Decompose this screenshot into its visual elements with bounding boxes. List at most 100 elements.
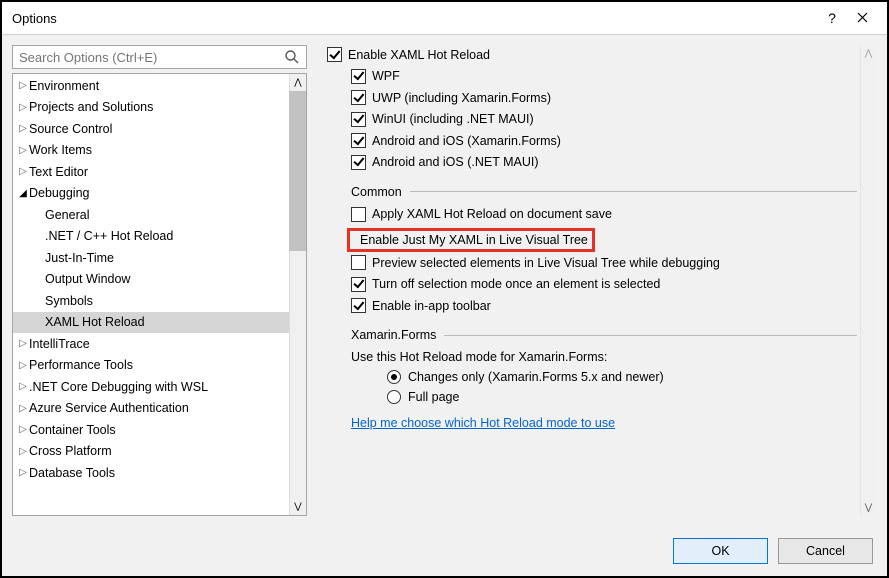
chevron-right-icon: ▷	[17, 381, 29, 392]
chevron-down-icon: ◢	[17, 188, 29, 199]
checkbox-platform[interactable]: UWP (including Xamarin.Forms)	[351, 90, 857, 105]
checkbox-enable-toolbar[interactable]: Enable in-app toolbar	[351, 298, 857, 313]
tree-item[interactable]: ▷Container Tools	[13, 419, 306, 441]
tree-item[interactable]: Symbols	[13, 290, 306, 312]
settings-pane: ⋀ ⋁ Enable XAML Hot Reload WPF UWP (inclu…	[321, 45, 877, 516]
pane-scrollbar[interactable]	[860, 45, 877, 516]
checkbox-label: UWP (including Xamarin.Forms)	[372, 91, 551, 105]
cancel-button[interactable]: Cancel	[778, 538, 873, 564]
tree-item[interactable]: XAML Hot Reload	[13, 312, 306, 334]
tree-item[interactable]: ▷Azure Service Authentication	[13, 398, 306, 420]
chevron-right-icon: ▷	[17, 338, 29, 349]
tree-item[interactable]: Just-In-Time	[13, 247, 306, 269]
tree-item-label: IntelliTrace	[29, 337, 90, 351]
tree-item-label: Cross Platform	[29, 444, 112, 458]
tree-item-label: Source Control	[29, 122, 112, 136]
tree-item[interactable]: ▷Performance Tools	[13, 355, 306, 377]
checkbox-platform[interactable]: WinUI (including .NET MAUI)	[351, 112, 857, 127]
tree-item-label: Projects and Solutions	[29, 100, 153, 114]
tree-item[interactable]: General	[13, 204, 306, 226]
tree-item-label: Performance Tools	[29, 358, 133, 372]
tree-item[interactable]: ▷Source Control	[13, 118, 306, 140]
divider	[410, 191, 857, 192]
checkbox-icon	[351, 133, 366, 148]
checkbox-enable-hot-reload[interactable]: Enable XAML Hot Reload	[327, 47, 857, 62]
checkbox-label: Enable in-app toolbar	[372, 299, 491, 313]
tree-item-label: Output Window	[45, 272, 130, 286]
checkbox-icon	[351, 277, 366, 292]
radio-changes-only[interactable]: Changes only (Xamarin.Forms 5.x and newe…	[387, 370, 857, 384]
checkbox-platform[interactable]: WPF	[351, 69, 857, 84]
checkbox-icon	[327, 47, 342, 62]
titlebar: Options ?	[2, 2, 887, 35]
tree-item[interactable]: ◢Debugging	[13, 183, 306, 205]
category-tree: ▷Environment▷Projects and Solutions▷Sour…	[12, 73, 307, 516]
checkbox-icon	[351, 69, 366, 84]
tree-item-label: Symbols	[45, 294, 93, 308]
checkbox-label: Enable Just My XAML in Live Visual Tree	[360, 233, 588, 247]
tree-item-label: .NET Core Debugging with WSL	[29, 380, 208, 394]
checkbox-label: Preview selected elements in Live Visual…	[372, 256, 720, 270]
xamarin-desc: Use this Hot Reload mode for Xamarin.For…	[351, 350, 857, 364]
tree-item-label: Debugging	[29, 186, 89, 200]
tree-item-label: XAML Hot Reload	[45, 315, 145, 329]
group-xamarin-label: Xamarin.Forms	[351, 328, 436, 342]
checkbox-turn-off-selection[interactable]: Turn off selection mode once an element …	[351, 277, 857, 292]
close-button[interactable]	[847, 10, 877, 26]
help-link[interactable]: Help me choose which Hot Reload mode to …	[351, 416, 615, 430]
tree-item[interactable]: ▷Work Items	[13, 140, 306, 162]
tree-item-label: Azure Service Authentication	[29, 401, 189, 415]
tree-item[interactable]: Output Window	[13, 269, 306, 291]
ok-button[interactable]: OK	[673, 538, 768, 564]
pane-scroll-down[interactable]: ⋁	[860, 499, 877, 516]
checkbox-label: Android and iOS (Xamarin.Forms)	[372, 134, 561, 148]
tree-scroll-up[interactable]: ⋀	[289, 74, 306, 91]
pane-scroll-up[interactable]: ⋀	[860, 45, 877, 62]
checkbox-label: WPF	[372, 69, 400, 83]
radio-icon	[387, 370, 401, 384]
tree-item[interactable]: ▷Cross Platform	[13, 441, 306, 463]
tree-scroll[interactable]: ▷Environment▷Projects and Solutions▷Sour…	[13, 74, 306, 515]
tree-item[interactable]: ▷IntelliTrace	[13, 333, 306, 355]
search-input[interactable]	[19, 50, 284, 65]
checkbox-preview-selected[interactable]: Preview selected elements in Live Visual…	[351, 255, 857, 270]
tree-item-label: Just-In-Time	[45, 251, 114, 265]
chevron-right-icon: ▷	[17, 424, 29, 435]
tree-item-label: Work Items	[29, 143, 92, 157]
tree-item[interactable]: ▷Environment	[13, 75, 306, 97]
checkbox-platform[interactable]: Android and iOS (Xamarin.Forms)	[351, 133, 857, 148]
checkbox-icon	[351, 90, 366, 105]
help-button[interactable]: ?	[817, 10, 847, 26]
chevron-right-icon: ▷	[17, 360, 29, 371]
window-title: Options	[12, 11, 817, 26]
radio-label: Full page	[408, 390, 459, 404]
checkbox-apply-on-save[interactable]: Apply XAML Hot Reload on document save	[351, 207, 857, 222]
checkbox-label: Apply XAML Hot Reload on document save	[372, 207, 612, 221]
tree-item-label: Environment	[29, 79, 99, 93]
dialog-footer: OK Cancel	[2, 526, 887, 576]
tree-item[interactable]: ▷Projects and Solutions	[13, 97, 306, 119]
tree-item-label: Container Tools	[29, 423, 116, 437]
tree-item[interactable]: ▷.NET Core Debugging with WSL	[13, 376, 306, 398]
chevron-right-icon: ▷	[17, 166, 29, 177]
group-common-label: Common	[351, 185, 402, 199]
chevron-right-icon: ▷	[17, 467, 29, 478]
search-box[interactable]	[12, 45, 307, 69]
chevron-right-icon: ▷	[17, 403, 29, 414]
tree-item[interactable]: ▷Database Tools	[13, 462, 306, 484]
radio-full-page[interactable]: Full page	[387, 390, 857, 404]
checkbox-platform[interactable]: Android and iOS (.NET MAUI)	[351, 155, 857, 170]
left-panel: ▷Environment▷Projects and Solutions▷Sour…	[12, 45, 307, 516]
divider	[444, 335, 857, 336]
options-dialog: Options ? ▷Environment▷Projects and Solu…	[0, 0, 889, 578]
chevron-right-icon: ▷	[17, 123, 29, 134]
tree-item[interactable]: ▷Text Editor	[13, 161, 306, 183]
chevron-right-icon: ▷	[17, 102, 29, 113]
tree-scroll-down[interactable]: ⋁	[289, 498, 306, 515]
checkbox-icon	[351, 298, 366, 313]
checkbox-icon	[351, 207, 366, 222]
tree-scrollbar-thumb[interactable]	[289, 91, 306, 251]
checkbox-icon	[351, 255, 366, 270]
tree-item[interactable]: .NET / C++ Hot Reload	[13, 226, 306, 248]
chevron-right-icon: ▷	[17, 446, 29, 457]
